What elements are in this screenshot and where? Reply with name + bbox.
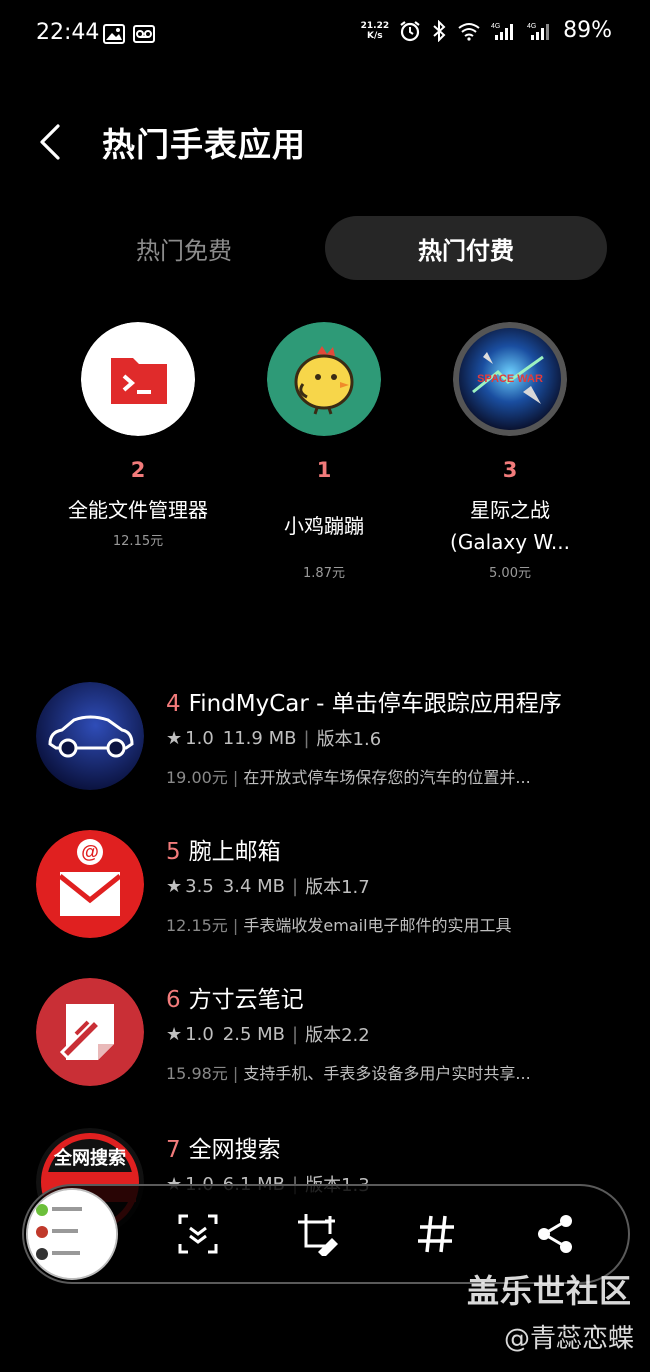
app-rank: 4 xyxy=(166,691,181,717)
separator: | xyxy=(303,727,310,749)
status-time: 22:44 xyxy=(36,20,100,45)
app-desc-text: 手表端收发email电子邮件的实用工具 xyxy=(243,916,512,935)
svg-text:4G: 4G xyxy=(491,23,500,30)
app-list-item[interactable]: @ 5 腕上邮箱 ★ 3.5 3.4 MB | 版本1.7 12.15元 | 手表… xyxy=(0,830,650,970)
top-app-rank: 3 xyxy=(502,458,518,482)
top-app-name: 小鸡蹦蹦 xyxy=(284,514,364,538)
separator: | xyxy=(292,1023,299,1045)
app-list-item[interactable]: 4 FindMyCar - 单击停车跟踪应用程序 ★ 1.0 11.9 MB | … xyxy=(0,682,650,822)
watermark-author: @青蕊恋蝶 xyxy=(503,1324,634,1354)
status-right: 21.22 K/s 4G 4G 89% xyxy=(361,18,612,43)
alarm-icon xyxy=(400,20,420,41)
top-app-item[interactable]: 2 全能文件管理器 12.15元 xyxy=(58,322,218,549)
svg-text:SPACE WAR: SPACE WAR xyxy=(477,373,543,385)
scroll-capture-button[interactable] xyxy=(176,1212,220,1256)
app-meta: ★ 3.5 3.4 MB | 版本1.7 xyxy=(166,873,370,899)
voicemail-icon xyxy=(133,25,155,43)
car-icon xyxy=(36,682,144,790)
back-button[interactable] xyxy=(36,122,70,162)
app-size: 11.9 MB xyxy=(222,727,297,749)
page-title: 热门手表应用 xyxy=(102,125,306,164)
app-rating: 1.0 xyxy=(185,727,214,749)
app-price: 19.00元 xyxy=(166,768,228,787)
app-version: 版本1.6 xyxy=(316,729,382,750)
watermark-community: 盖乐世社区 xyxy=(466,1272,632,1310)
app-title: 4 FindMyCar - 单击停车跟踪应用程序 xyxy=(166,684,562,718)
hashtag-button[interactable] xyxy=(414,1212,458,1256)
app-desc-text: 支持手机、手表多设备多用户实时共享... xyxy=(243,1064,531,1083)
app-title: 6 方寸云笔记 xyxy=(166,980,304,1014)
svg-text:4G: 4G xyxy=(527,23,536,30)
app-description: 19.00元 | 在开放式停车场保存您的汽车的位置并... xyxy=(166,768,531,787)
battery-level: 89% xyxy=(563,18,612,43)
crop-edit-button[interactable] xyxy=(296,1212,340,1258)
separator: | xyxy=(292,875,299,897)
image-icon xyxy=(103,24,125,44)
app-rank: 5 xyxy=(166,839,181,865)
app-price: 12.15元 xyxy=(166,916,228,935)
app-rank: 7 xyxy=(166,1137,181,1163)
svg-text:@: @ xyxy=(81,842,99,862)
app-rating: 3.5 xyxy=(185,875,214,897)
top-app-price: 1.87元 xyxy=(303,566,345,581)
app-name: 全网搜索 xyxy=(188,1137,281,1163)
tab-popular-free[interactable]: 热门免费 xyxy=(44,216,324,280)
top-app-item[interactable]: SPACE WAR 3 星际之战(Galaxy W... 5.00元 xyxy=(430,322,590,581)
speed-unit: K/s xyxy=(367,30,383,41)
signal-icon-2: 4G xyxy=(527,23,550,40)
app-size: 2.5 MB xyxy=(222,1023,286,1045)
wifi-icon xyxy=(458,22,480,41)
hashtag-icon xyxy=(418,1215,454,1253)
top-app-rank: 1 xyxy=(316,458,332,482)
app-version: 版本2.2 xyxy=(305,1025,370,1046)
star-icon: ★ xyxy=(166,727,183,749)
app-title: 7 全网搜索 xyxy=(166,1130,281,1164)
app-name: 腕上邮箱 xyxy=(188,839,281,865)
screenshot-thumbnail[interactable] xyxy=(26,1188,118,1280)
bluetooth-icon xyxy=(433,19,446,42)
app-name: FindMyCar - 单击停车跟踪应用程序 xyxy=(188,691,562,717)
speed-value: 21.22 xyxy=(360,20,390,31)
scroll-capture-icon xyxy=(178,1214,218,1254)
back-arrow-icon xyxy=(40,124,60,160)
app-desc-text: 在开放式停车场保存您的汽车的位置并... xyxy=(243,768,531,787)
app-description: 12.15元 | 手表端收发email电子邮件的实用工具 xyxy=(166,916,512,935)
top-app-item[interactable]: 1 小鸡蹦蹦 1.87元 xyxy=(244,322,404,581)
space-war-icon: SPACE WAR xyxy=(453,322,567,436)
share-icon xyxy=(538,1215,572,1253)
network-speed: 21.22 K/s xyxy=(361,21,389,41)
mail-icon: @ xyxy=(36,830,144,938)
app-size: 3.4 MB xyxy=(222,875,286,897)
app-rank: 6 xyxy=(166,987,181,1013)
star-icon: ★ xyxy=(166,1023,183,1045)
tab-popular-paid[interactable]: 热门付费 xyxy=(325,216,607,280)
app-title: 5 腕上邮箱 xyxy=(166,832,281,866)
share-button[interactable] xyxy=(534,1212,578,1256)
top-app-name: 星际之战(Galaxy W... xyxy=(450,498,570,554)
top-app-price: 12.15元 xyxy=(112,534,164,549)
app-name: 方寸云笔记 xyxy=(188,987,304,1013)
signal-icon: 4G xyxy=(491,23,514,40)
star-icon: ★ xyxy=(166,875,183,897)
app-price: 15.98元 xyxy=(166,1064,228,1083)
app-meta: ★ 1.0 2.5 MB | 版本2.2 xyxy=(166,1021,370,1047)
search-all-icon-text: 全网搜索 xyxy=(54,1148,126,1169)
app-meta: ★ 1.0 11.9 MB | 版本1.6 xyxy=(166,725,381,751)
top-app-name: 全能文件管理器 xyxy=(68,498,208,522)
app-description: 15.98元 | 支持手机、手表多设备多用户实时共享... xyxy=(166,1064,531,1083)
app-list-item[interactable]: 6 方寸云笔记 ★ 1.0 2.5 MB | 版本2.2 15.98元 | 支持手… xyxy=(0,978,650,1118)
top-app-price: 5.00元 xyxy=(489,566,531,581)
top-app-rank: 2 xyxy=(130,458,146,482)
app-rating: 1.0 xyxy=(185,1023,214,1045)
app-version: 版本1.7 xyxy=(305,877,370,898)
crop-edit-icon xyxy=(298,1214,338,1258)
chick-icon xyxy=(267,322,381,436)
note-icon xyxy=(36,978,144,1086)
status-left-icons xyxy=(103,24,155,44)
folder-terminal-icon xyxy=(81,322,195,436)
